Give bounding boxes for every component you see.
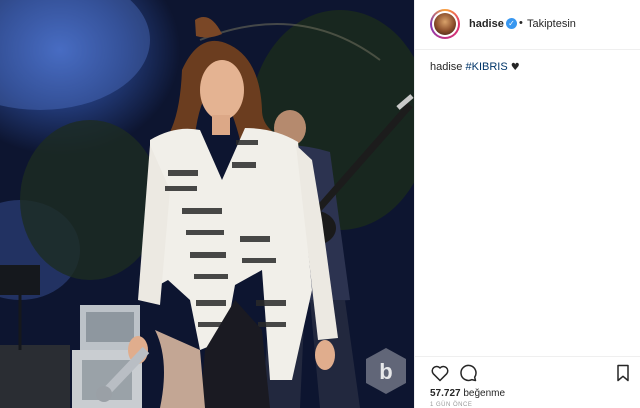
likes-number: 57.727 [430,388,461,399]
post-caption: hadise #KIBRIS ♥ [430,61,520,73]
heart-emoji: ♥ [510,62,520,73]
separator-dot: • [519,17,523,29]
avatar[interactable] [430,9,460,39]
comment-icon[interactable] [458,363,478,383]
following-status-button[interactable]: Takiptesin [527,18,576,30]
svg-text:b: b [379,359,392,384]
likes-count[interactable]: 57.727 beğenme [430,388,505,399]
likes-label: beğenme [463,388,506,399]
username-link[interactable]: hadise [469,18,504,30]
instagram-post: b hadise ✓ • Takiptesin hadise #KIBRIS ♥ [0,0,640,408]
post-header: hadise ✓ • Takiptesin [415,0,640,50]
caption-username-link[interactable]: hadise [430,61,462,73]
verified-badge-icon: ✓ [506,18,517,29]
post-timestamp: 1 GÜN ÖNCE [430,402,473,408]
heart-icon[interactable] [430,363,450,383]
post-photo[interactable]: b [0,0,414,408]
post-sidebar: hadise ✓ • Takiptesin hadise #KIBRIS ♥ 5… [414,0,640,408]
concert-photo-illustration [0,0,414,408]
watermark-logo-icon: b [366,348,406,394]
action-bar [415,356,640,386]
hashtag-link[interactable]: #KIBRIS [465,61,507,73]
bookmark-icon[interactable] [613,363,633,383]
